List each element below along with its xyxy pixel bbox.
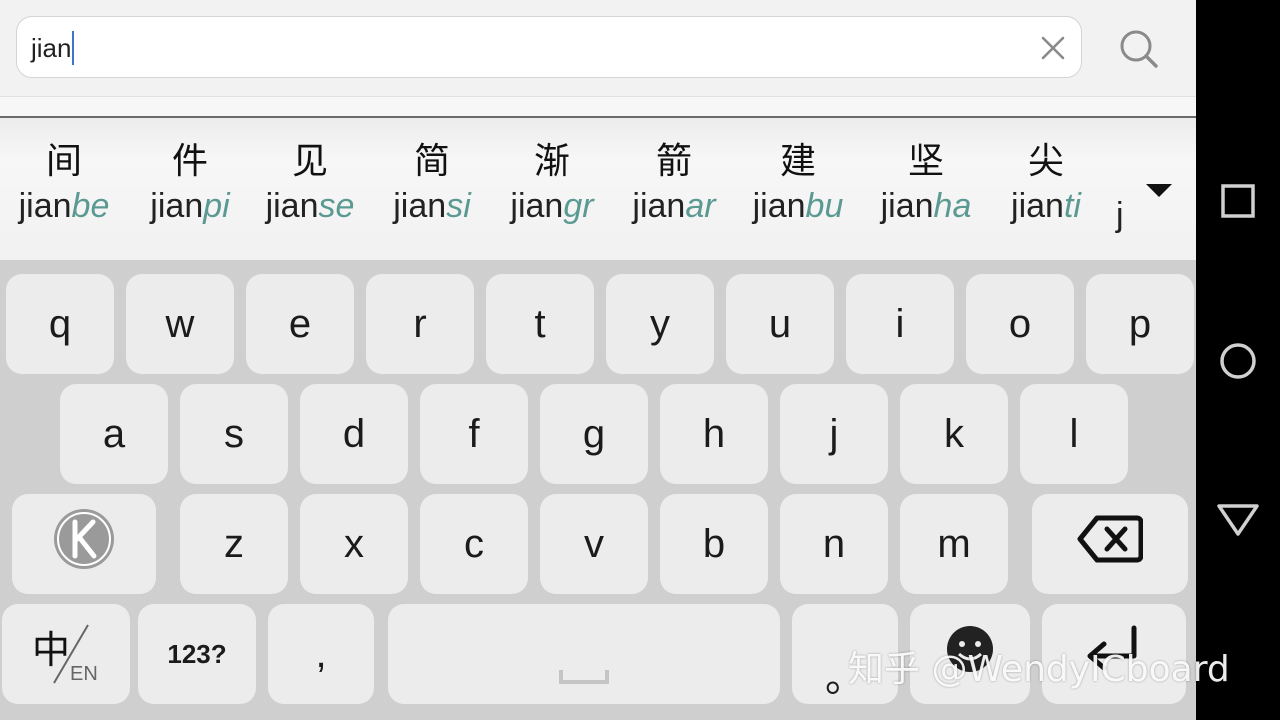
candidate-pinyin-suffix: si	[446, 187, 471, 225]
search-input-text: jian	[31, 33, 72, 63]
key[interactable]: w	[126, 274, 234, 374]
candidate-pinyin-suffix: pi	[203, 187, 230, 225]
key[interactable]: b	[660, 494, 768, 594]
key[interactable]: q	[6, 274, 114, 374]
candidate-hanzi: 件	[171, 141, 208, 182]
candidate-item[interactable]: 简 jiansi	[376, 138, 488, 226]
key[interactable]: i	[846, 274, 954, 374]
candidate-pinyin: jian	[510, 187, 564, 225]
key[interactable]: u	[726, 274, 834, 374]
key[interactable]: f	[420, 384, 528, 484]
candidate-pinyin-suffix: bu	[805, 187, 844, 225]
watermark: 知乎 @WendyICboard	[848, 649, 1230, 690]
candidate-hanzi: 坚	[907, 141, 944, 182]
key[interactable]: m	[900, 494, 1008, 594]
candidate-item[interactable]: 建 jianbu	[742, 138, 854, 226]
backspace-icon	[1077, 514, 1144, 574]
candidate-item[interactable]: 渐 jiangr	[496, 138, 608, 226]
candidate-pinyin: jian	[752, 187, 806, 225]
key[interactable]: p	[1086, 274, 1194, 374]
candidate-pinyin: jian	[18, 187, 72, 225]
candidate-item[interactable]: 见 jianse	[254, 138, 366, 226]
key[interactable]: l	[1020, 384, 1128, 484]
space-bar-icon	[558, 652, 610, 697]
language-switch-key[interactable]: 中 EN	[2, 604, 130, 704]
input-method-screen: jian 间 jianbe 件 jianpi 见 jianse 简 jiansi…	[0, 0, 1196, 720]
candidate-hanzi: 建	[779, 141, 816, 182]
close-icon[interactable]	[1035, 30, 1071, 66]
key[interactable]: d	[300, 384, 408, 484]
backspace-key[interactable]	[1032, 494, 1188, 594]
candidate-pinyin: jian	[265, 187, 319, 225]
triangle-icon[interactable]	[1213, 494, 1263, 544]
language-switch-icon: 中 EN	[26, 619, 106, 689]
candidate-pinyin-suffix: gr	[563, 187, 594, 225]
candidate-pinyin-suffix: ha	[933, 187, 972, 225]
candidate-pinyin: jian	[880, 187, 934, 225]
numbers-key[interactable]: 123?	[138, 604, 256, 704]
key[interactable]: s	[180, 384, 288, 484]
candidate-bar: 间 jianbe 件 jianpi 见 jianse 简 jiansi 渐 ji…	[0, 118, 1196, 260]
candidate-pinyin: jian	[632, 187, 686, 225]
space-key[interactable]	[388, 604, 780, 704]
comma-key[interactable]: ,	[268, 604, 374, 704]
divider	[0, 96, 1196, 118]
key[interactable]: j	[780, 384, 888, 484]
key[interactable]: y	[606, 274, 714, 374]
candidate-partial[interactable]: j	[1116, 196, 1124, 235]
candidate-hanzi: 箭	[655, 141, 692, 182]
key[interactable]: h	[660, 384, 768, 484]
candidate-item[interactable]: 坚 jianha	[870, 138, 982, 226]
candidate-hanzi: 见	[291, 141, 328, 182]
key[interactable]: c	[420, 494, 528, 594]
candidate-pinyin-suffix: ti	[1063, 187, 1081, 225]
key[interactable]: o	[966, 274, 1074, 374]
candidate-item[interactable]: 件 jianpi	[134, 138, 246, 226]
key[interactable]: n	[780, 494, 888, 594]
candidate-item[interactable]: 箭 jianar	[618, 138, 730, 226]
candidate-item[interactable]: 间 jianbe	[8, 138, 120, 226]
candidate-hanzi: 渐	[533, 141, 570, 182]
logo-key[interactable]	[12, 494, 156, 594]
search-bar: jian	[0, 0, 1196, 96]
candidate-pinyin: jian	[393, 187, 447, 225]
chevron-down-icon[interactable]	[1146, 184, 1172, 197]
circle-icon[interactable]	[1213, 336, 1263, 386]
key[interactable]: v	[540, 494, 648, 594]
square-icon[interactable]	[1213, 176, 1263, 226]
candidate-hanzi: 间	[45, 141, 82, 182]
key[interactable]: g	[540, 384, 648, 484]
key[interactable]: a	[60, 384, 168, 484]
system-navigation-bar	[1196, 0, 1280, 720]
search-input[interactable]: jian	[16, 16, 1082, 78]
candidate-item[interactable]: 尖 jianti	[990, 138, 1102, 226]
key[interactable]: e	[246, 274, 354, 374]
text-caret	[72, 31, 75, 65]
candidate-pinyin: jian	[1011, 187, 1064, 225]
candidate-pinyin-suffix: ar	[685, 187, 716, 225]
keyboard-logo-icon	[52, 507, 116, 581]
key[interactable]: r	[366, 274, 474, 374]
candidate-pinyin: jian	[150, 187, 204, 225]
key[interactable]: x	[300, 494, 408, 594]
key[interactable]: t	[486, 274, 594, 374]
key[interactable]: z	[180, 494, 288, 594]
candidate-hanzi: 简	[413, 141, 450, 182]
key[interactable]: k	[900, 384, 1008, 484]
candidate-pinyin-suffix: be	[71, 187, 110, 225]
candidate-hanzi: 尖	[1027, 141, 1064, 182]
search-icon[interactable]	[1114, 24, 1162, 72]
candidate-pinyin-suffix: se	[318, 187, 355, 225]
